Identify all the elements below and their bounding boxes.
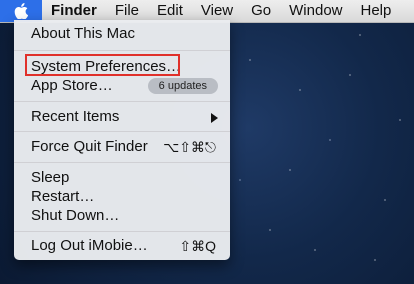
menu-item-force-quit-label: Force Quit Finder — [31, 138, 148, 155]
menu-item-force-quit[interactable]: Force Quit Finder ⌥⇧⌘⎋ — [14, 137, 230, 157]
menu-separator — [14, 50, 230, 51]
menu-item-log-out-label: Log Out iMobie… — [31, 237, 148, 254]
menu-item-restart[interactable]: Restart… — [14, 187, 230, 207]
log-out-shortcut: ⇧⌘Q — [179, 238, 216, 254]
apple-icon — [14, 3, 28, 19]
menu-separator — [14, 231, 230, 232]
menu-item-about[interactable]: About This Mac — [14, 24, 230, 44]
menu-item-app-store[interactable]: App Store… 6 updates — [14, 76, 230, 96]
updates-badge: 6 updates — [147, 78, 218, 94]
menubar-finder[interactable]: Finder — [42, 0, 106, 22]
submenu-arrow-icon — [211, 113, 218, 123]
menu-separator — [14, 101, 230, 102]
menu-item-sleep[interactable]: Sleep — [14, 168, 230, 188]
menubar-go[interactable]: Go — [242, 0, 280, 22]
menu-separator — [14, 162, 230, 163]
menu-item-app-store-label: App Store… — [31, 77, 113, 94]
apple-menu-button[interactable] — [0, 0, 42, 22]
menubar-file[interactable]: File — [106, 0, 148, 22]
menu-item-recent-items[interactable]: Recent Items — [14, 107, 230, 127]
menu-item-recent-items-label: Recent Items — [31, 108, 120, 125]
menu-separator — [14, 131, 230, 132]
highlight-annotation-box — [25, 54, 180, 76]
menubar-help[interactable]: Help — [352, 0, 401, 22]
menubar-view[interactable]: View — [192, 0, 242, 22]
menubar-window[interactable]: Window — [280, 0, 351, 22]
menubar-edit[interactable]: Edit — [148, 0, 192, 22]
force-quit-shortcut: ⌥⇧⌘⎋ — [163, 139, 216, 155]
menu-item-shut-down[interactable]: Shut Down… — [14, 206, 230, 226]
menu-item-log-out[interactable]: Log Out iMobie… ⇧⌘Q — [14, 236, 230, 256]
